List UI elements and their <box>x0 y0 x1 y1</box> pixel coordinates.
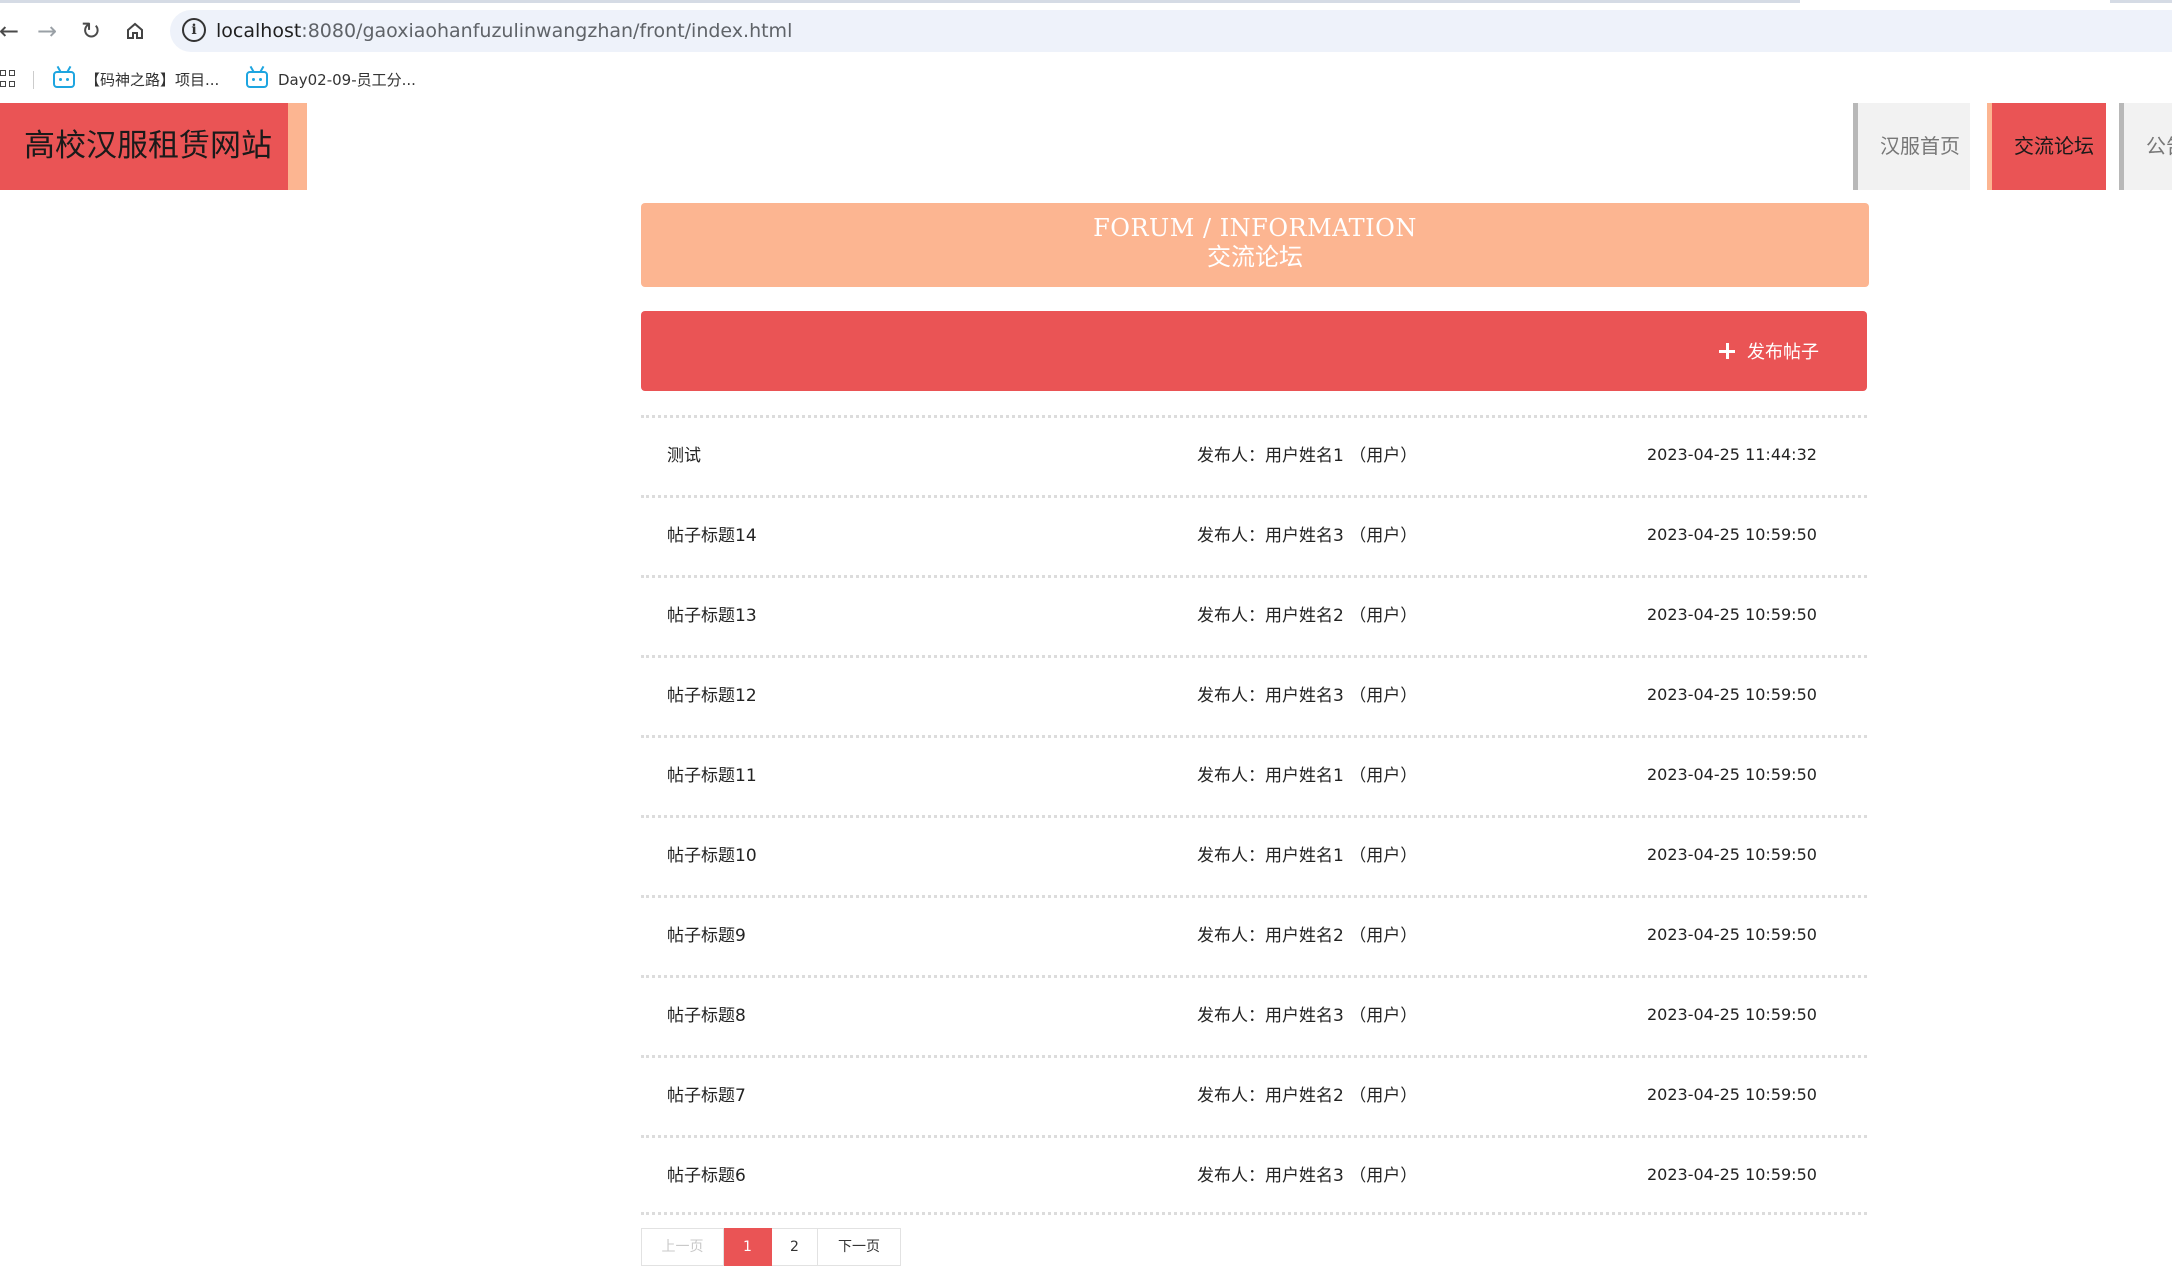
back-arrow-icon[interactable]: ← <box>0 14 26 48</box>
post-title: 帖子标题7 <box>667 1086 746 1106</box>
bookmarks-bar: 【码神之路】项目... Day02-09-员工分... <box>0 63 2172 95</box>
tab-strip-edge <box>0 0 1800 3</box>
site-info-icon[interactable]: i <box>182 18 206 42</box>
post-author: 发布人：用户姓名3 （用户） <box>1197 1166 1418 1186</box>
post-row[interactable]: 帖子标题6 发布人：用户姓名3 （用户） 2023-04-25 10:59:50 <box>641 1135 1867 1215</box>
nav-item-home[interactable]: 汉服首页 <box>1853 103 1970 190</box>
post-row[interactable]: 帖子标题8 发布人：用户姓名3 （用户） 2023-04-25 10:59:50 <box>641 975 1867 1055</box>
post-title: 帖子标题9 <box>667 926 746 946</box>
post-time: 2023-04-25 10:59:50 <box>1647 765 1817 784</box>
site-logo[interactable]: 高校汉服租赁网站 <box>0 103 288 190</box>
tab-strip-edge <box>2110 0 2172 3</box>
post-title: 帖子标题13 <box>667 606 757 626</box>
post-row[interactable]: 帖子标题7 发布人：用户姓名2 （用户） 2023-04-25 10:59:50 <box>641 1055 1867 1135</box>
next-page-button[interactable]: 下一页 <box>818 1228 901 1266</box>
banner-title-en: FORUM / INFORMATION <box>1093 214 1417 242</box>
action-bar: 发布帖子 <box>641 311 1867 391</box>
post-title: 帖子标题6 <box>667 1166 746 1186</box>
prev-page-button[interactable]: 上一页 <box>641 1228 724 1266</box>
url-text[interactable]: localhost:8080/gaoxiaohanfuzulinwangzhan… <box>216 19 792 43</box>
post-author: 发布人：用户姓名3 （用户） <box>1197 1006 1418 1026</box>
nav-label: 公告 <box>2146 134 2172 158</box>
reload-icon[interactable]: ↻ <box>74 14 108 48</box>
post-row[interactable]: 测试 发布人：用户姓名1 （用户） 2023-04-25 11:44:32 <box>641 415 1867 495</box>
post-time: 2023-04-25 10:59:50 <box>1647 525 1817 544</box>
page-1-button[interactable]: 1 <box>724 1228 772 1266</box>
post-author: 发布人：用户姓名2 （用户） <box>1197 926 1418 946</box>
post-row[interactable]: 帖子标题11 发布人：用户姓名1 （用户） 2023-04-25 10:59:50 <box>641 735 1867 815</box>
post-author: 发布人：用户姓名3 （用户） <box>1197 686 1418 706</box>
post-row[interactable]: 帖子标题10 发布人：用户姓名1 （用户） 2023-04-25 10:59:50 <box>641 815 1867 895</box>
bookmark-item[interactable]: 【码神之路】项目... <box>53 65 220 91</box>
bookmark-label: Day02-09-员工分... <box>278 70 416 89</box>
url-host: localhost <box>216 20 302 42</box>
post-time: 2023-04-25 11:44:32 <box>1647 445 1817 464</box>
logo-accent-bar <box>288 103 307 190</box>
post-row[interactable]: 帖子标题14 发布人：用户姓名3 （用户） 2023-04-25 10:59:50 <box>641 495 1867 575</box>
post-title: 帖子标题14 <box>667 526 757 546</box>
plus-icon <box>1719 343 1735 359</box>
publish-post-button[interactable]: 发布帖子 <box>1719 335 1819 367</box>
post-time: 2023-04-25 10:59:50 <box>1647 925 1817 944</box>
post-row[interactable]: 帖子标题13 发布人：用户姓名2 （用户） 2023-04-25 10:59:50 <box>641 575 1867 655</box>
bilibili-icon <box>246 65 268 88</box>
bookmark-label: 【码神之路】项目... <box>85 70 220 89</box>
post-time: 2023-04-25 10:59:50 <box>1647 685 1817 704</box>
bookmark-item[interactable]: Day02-09-员工分... <box>246 65 416 91</box>
post-row[interactable]: 帖子标题9 发布人：用户姓名2 （用户） 2023-04-25 10:59:50 <box>641 895 1867 975</box>
post-title: 帖子标题12 <box>667 686 757 706</box>
apps-grid-icon[interactable] <box>0 70 16 88</box>
forward-arrow-icon[interactable]: → <box>30 14 64 48</box>
post-row[interactable]: 帖子标题12 发布人：用户姓名3 （用户） 2023-04-25 10:59:50 <box>641 655 1867 735</box>
address-bar[interactable]: i localhost:8080/gaoxiaohanfuzulinwangzh… <box>170 10 2172 52</box>
post-author: 发布人：用户姓名1 （用户） <box>1197 766 1418 786</box>
pagination: 上一页 1 2 下一页 <box>641 1228 901 1266</box>
post-author: 发布人：用户姓名1 （用户） <box>1197 846 1418 866</box>
publish-label: 发布帖子 <box>1747 342 1819 363</box>
home-icon[interactable] <box>118 14 152 48</box>
bilibili-icon <box>53 65 75 88</box>
site-title: 高校汉服租赁网站 <box>24 128 272 164</box>
post-time: 2023-04-25 10:59:50 <box>1647 1005 1817 1024</box>
forum-banner: FORUM / INFORMATION 交流论坛 <box>641 203 1869 287</box>
post-time: 2023-04-25 10:59:50 <box>1647 1085 1817 1104</box>
post-author: 发布人：用户姓名3 （用户） <box>1197 526 1418 546</box>
post-author: 发布人：用户姓名2 （用户） <box>1197 1086 1418 1106</box>
nav-label: 交流论坛 <box>2014 134 2094 158</box>
post-title: 帖子标题11 <box>667 766 757 786</box>
bookmark-separator <box>33 71 34 89</box>
post-time: 2023-04-25 10:59:50 <box>1647 605 1817 624</box>
nav-item-forum[interactable]: 交流论坛 <box>1987 103 2106 190</box>
url-path: :8080/gaoxiaohanfuzulinwangzhan/front/in… <box>301 20 793 42</box>
post-list: 测试 发布人：用户姓名1 （用户） 2023-04-25 11:44:32 帖子标题1… <box>641 415 1867 1215</box>
nav-label: 汉服首页 <box>1880 134 1960 158</box>
post-author: 发布人：用户姓名2 （用户） <box>1197 606 1418 626</box>
post-title: 帖子标题8 <box>667 1006 746 1026</box>
post-title: 帖子标题10 <box>667 846 757 866</box>
post-title: 测试 <box>667 446 701 466</box>
nav-item-notice[interactable]: 公告 <box>2119 103 2172 190</box>
post-time: 2023-04-25 10:59:50 <box>1647 845 1817 864</box>
browser-toolbar: ← → ↻ i localhost:8080/gaoxiaohanfuzulin… <box>0 0 2172 63</box>
post-time: 2023-04-25 10:59:50 <box>1647 1165 1817 1184</box>
post-author: 发布人：用户姓名1 （用户） <box>1197 446 1418 466</box>
banner-title-cn: 交流论坛 <box>1207 243 1303 271</box>
page-2-button[interactable]: 2 <box>772 1228 818 1266</box>
